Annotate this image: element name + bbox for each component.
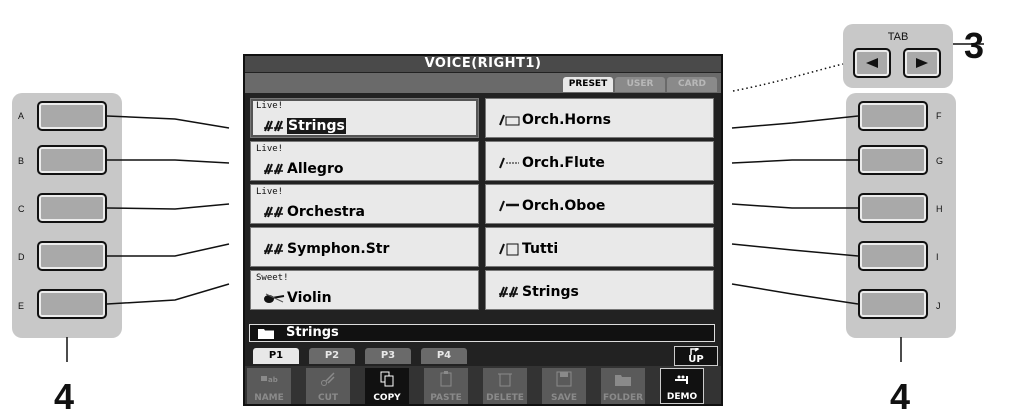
voice-cell-d[interactable]: Symphon.Str bbox=[250, 227, 479, 267]
tab-preset[interactable]: PRESET bbox=[563, 77, 613, 92]
new-folder-icon bbox=[615, 375, 631, 386]
ensemble-icon bbox=[499, 243, 519, 256]
voice-name: Strings bbox=[287, 118, 346, 134]
strings-icon bbox=[264, 120, 283, 132]
cut-button[interactable]: CUT bbox=[306, 368, 350, 404]
paste-button[interactable]: PASTE bbox=[424, 368, 468, 404]
folder-path-bar: Strings bbox=[249, 324, 715, 342]
delete-button[interactable]: DELETE bbox=[483, 368, 527, 404]
voice-name: Orch.Oboe bbox=[522, 198, 606, 214]
violin-icon bbox=[264, 293, 285, 303]
voice-cell-e[interactable]: Sweet! Violin bbox=[250, 270, 479, 310]
page-tab-p4[interactable]: P4 bbox=[421, 348, 467, 364]
flute-icon bbox=[499, 157, 519, 169]
page-tab-p1[interactable]: P1 bbox=[253, 348, 299, 364]
floppy-icon bbox=[556, 371, 572, 387]
name-button[interactable]: abc NAME bbox=[247, 368, 291, 404]
voice-name: Orch.Horns bbox=[522, 112, 611, 128]
screen-title: VOICE(RIGHT1) bbox=[245, 56, 721, 72]
copy-icon bbox=[380, 371, 394, 387]
voice-cell-c[interactable]: Live! Orchestra bbox=[250, 184, 479, 224]
copy-button[interactable]: COPY bbox=[365, 368, 409, 404]
lcd-screen: VOICE(RIGHT1) PRESET USER CARD Live! Str… bbox=[243, 54, 723, 406]
voice-name: Orchestra bbox=[287, 204, 365, 220]
voice-cell-g[interactable]: Orch.Flute bbox=[485, 141, 714, 181]
voice-cell-j[interactable]: Strings bbox=[485, 270, 714, 310]
voice-cell-h[interactable]: Orch.Oboe bbox=[485, 184, 714, 224]
trumpet-icon bbox=[675, 375, 688, 384]
svg-text:abc: abc bbox=[268, 376, 278, 384]
horn-icon bbox=[499, 114, 520, 126]
save-button[interactable]: SAVE bbox=[542, 368, 586, 404]
voice-cell-b[interactable]: Live! Allegro bbox=[250, 141, 479, 181]
page-tab-p3[interactable]: P3 bbox=[365, 348, 411, 364]
strings-icon bbox=[264, 206, 283, 218]
up-button[interactable]: UP bbox=[674, 346, 718, 366]
voice-sub-label: Live! bbox=[256, 144, 284, 154]
voice-list: Live! Strings Live! Allegro Live! Orches… bbox=[249, 97, 717, 316]
voice-name: Violin bbox=[287, 290, 332, 306]
page-tab-p2[interactable]: P2 bbox=[309, 348, 355, 364]
voice-cell-i[interactable]: Tutti bbox=[485, 227, 714, 267]
up-label: UP bbox=[688, 354, 704, 365]
voice-sub-label: Sweet! bbox=[256, 273, 289, 283]
trash-icon bbox=[498, 373, 512, 387]
voice-name: Symphon.Str bbox=[287, 241, 390, 257]
voice-cell-a[interactable]: Live! Strings bbox=[250, 98, 479, 138]
scissors-icon bbox=[321, 372, 335, 386]
demo-button[interactable]: DEMO bbox=[660, 368, 704, 404]
source-tabs: PRESET USER CARD bbox=[245, 73, 721, 93]
voice-name: Tutti bbox=[522, 241, 559, 257]
name-icon: abc bbox=[261, 376, 278, 384]
tab-user[interactable]: USER bbox=[615, 77, 665, 92]
voice-sub-label: Live! bbox=[256, 187, 284, 197]
voice-name: Orch.Flute bbox=[522, 155, 605, 171]
tab-card[interactable]: CARD bbox=[667, 77, 717, 92]
oboe-icon bbox=[499, 200, 519, 212]
folder-name: Strings bbox=[286, 325, 339, 340]
strings-icon bbox=[264, 243, 283, 255]
strings-icon bbox=[264, 163, 283, 175]
voice-sub-label: Live! bbox=[256, 101, 284, 111]
folder-button[interactable]: FOLDER bbox=[601, 368, 645, 404]
voice-name: Allegro bbox=[287, 161, 344, 177]
voice-cell-f[interactable]: Orch.Horns bbox=[485, 98, 714, 138]
voice-name: Strings bbox=[522, 284, 579, 300]
paste-icon bbox=[440, 371, 452, 387]
strings-icon bbox=[499, 286, 518, 298]
folder-icon bbox=[258, 329, 274, 339]
